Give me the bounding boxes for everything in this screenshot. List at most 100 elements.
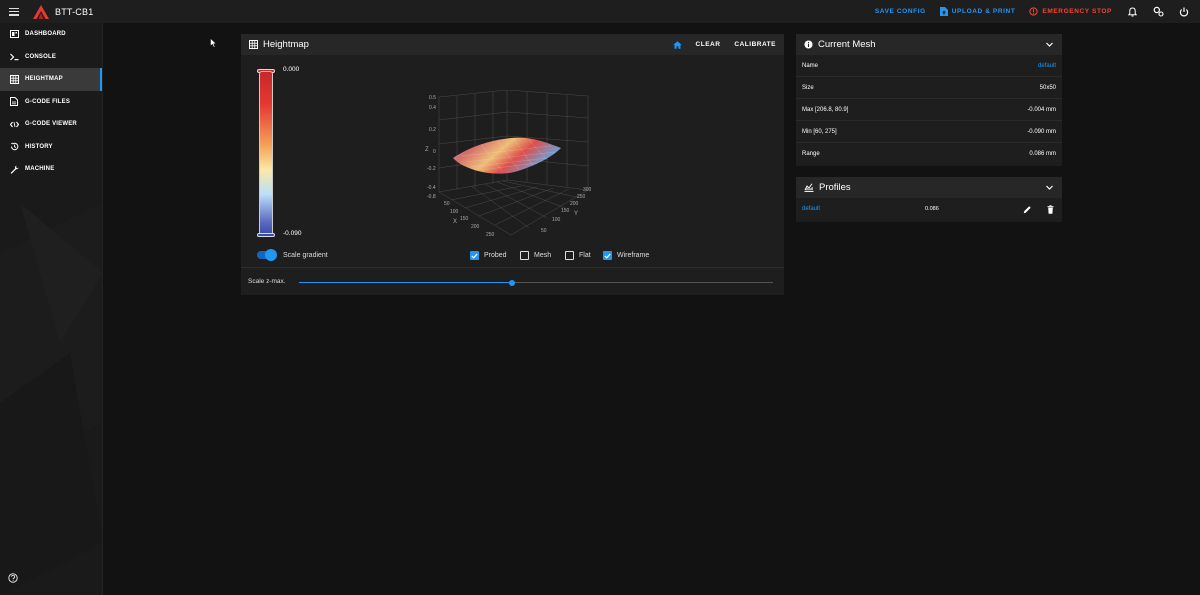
mesh-row-min: Min [60, 275] -0.090 mm: [796, 121, 1062, 143]
gradient-bottom-cap: [257, 233, 275, 237]
checkbox-unchecked-icon[interactable]: [565, 251, 574, 260]
power-button[interactable]: [1178, 6, 1190, 18]
probed-label: Probed: [484, 252, 507, 259]
sidebar-item-heightmap[interactable]: HEIGHTMAP: [0, 68, 102, 91]
clear-button[interactable]: CLEAR: [696, 41, 721, 48]
mesh-row-name: Name default: [796, 55, 1062, 77]
upload-print-button[interactable]: UPLOAD & PRINT: [939, 7, 1016, 16]
x-tick: 200: [471, 224, 480, 230]
emergency-stop-label: EMERGENCY STOP: [1042, 8, 1112, 15]
z-tick: -0.2: [427, 166, 436, 172]
power-icon: [1179, 7, 1189, 16]
x-tick: 50: [444, 201, 450, 207]
mesh-row-label: Min [60, 275]: [802, 128, 837, 135]
current-mesh-title: Current Mesh: [818, 39, 876, 50]
mesh-surface: [453, 137, 561, 174]
profiles-header[interactable]: Profiles: [796, 177, 1062, 198]
sidebar-item-label: HEIGHTMAP: [25, 76, 63, 83]
heightmap-3d-plot[interactable]: Z X Y 0.5 0.4 0.2 0 -0.2 -0.4 -0.8 50 10…: [411, 90, 601, 245]
wireframe-label: Wireframe: [617, 252, 650, 259]
sidebar-item-label: G-CODE FILES: [25, 98, 71, 105]
y-tick: 50: [541, 228, 547, 234]
profiles-title: Profiles: [819, 182, 851, 193]
sidebar-item-machine[interactable]: MACHINE: [0, 158, 102, 181]
mesh-row-label: Name: [802, 62, 819, 69]
wireframe-checkbox[interactable]: Wireframe: [603, 251, 649, 260]
sidebar-item-dashboard[interactable]: DASHBOARD: [0, 23, 102, 46]
mesh-row-value[interactable]: default: [1038, 63, 1056, 69]
checkbox-unchecked-icon[interactable]: [520, 251, 529, 260]
x-tick: 150: [460, 216, 469, 222]
mesh-label: Mesh: [534, 252, 552, 259]
mesh-row-value: -0.004 mm: [1027, 106, 1056, 113]
profiles-card: Profiles default 0.086: [796, 177, 1062, 222]
mesh-row-label: Max [206.8, 80.9]: [802, 106, 849, 113]
save-config-label: SAVE CONFIG: [874, 8, 926, 15]
sidebar-item-history[interactable]: HISTORY: [0, 136, 102, 159]
pencil-icon[interactable]: [1023, 205, 1032, 214]
slider-thumb[interactable]: [509, 279, 516, 286]
top-app-bar: BTT-CB1 SAVE CONFIG UPLOAD & PRINT EMERG…: [0, 0, 1200, 23]
flat-label: Flat: [579, 252, 591, 259]
menu-icon[interactable]: [9, 7, 19, 16]
file-icon: [9, 97, 19, 107]
z-tick: -0.8: [427, 194, 436, 200]
heightmap-card: Heightmap CLEAR CALIBRATE 0.000 -0.090 Z…: [241, 34, 784, 295]
chevron-down-icon[interactable]: [1045, 40, 1054, 49]
chevron-down-icon[interactable]: [1045, 183, 1054, 192]
scale-gradient-switch[interactable]: [257, 249, 277, 261]
file-upload-icon: [939, 7, 948, 16]
trash-icon[interactable]: [1046, 205, 1055, 214]
y-tick: 100: [552, 217, 561, 223]
scale-zmax-label: Scale z-max.: [248, 278, 286, 285]
current-mesh-card: Current Mesh Name default Size 50x50 Max…: [796, 34, 1062, 166]
emergency-stop-button[interactable]: EMERGENCY STOP: [1029, 7, 1112, 16]
notifications-button[interactable]: [1126, 6, 1138, 18]
z-tick: 0: [433, 149, 436, 155]
y-tick: 300: [583, 187, 592, 193]
console-icon: [9, 52, 19, 62]
mesh-checkbox[interactable]: Mesh: [520, 251, 551, 260]
x-axis-label: X: [453, 219, 457, 225]
sidebar-item-gcode-viewer[interactable]: G-CODE VIEWER: [0, 113, 102, 136]
profile-row: default 0.086: [796, 198, 1062, 220]
calibrate-button[interactable]: CALIBRATE: [734, 41, 776, 48]
y-tick: 200: [570, 201, 579, 207]
y-tick: 250: [577, 194, 586, 200]
checkbox-checked-icon[interactable]: [470, 251, 479, 260]
z-tick: 0.5: [429, 95, 436, 101]
scale-gradient-toggle[interactable]: Scale gradient: [257, 249, 328, 261]
upload-print-label: UPLOAD & PRINT: [951, 8, 1016, 15]
mesh-row-value: 0.086 mm: [1029, 151, 1056, 157]
checkbox-checked-icon[interactable]: [603, 251, 612, 260]
current-mesh-header[interactable]: Current Mesh: [796, 34, 1062, 55]
dashboard-icon: [9, 29, 19, 39]
app-title: BTT-CB1: [55, 6, 94, 17]
sidebar-item-gcode-files[interactable]: G-CODE FILES: [0, 91, 102, 114]
profile-name-link[interactable]: default: [802, 206, 820, 212]
z-tick: -0.4: [427, 185, 436, 191]
z-axis-label: Z: [425, 147, 429, 153]
sidebar-item-label: G-CODE VIEWER: [25, 121, 77, 128]
y-axis-label: Y: [574, 211, 578, 217]
color-gradient-bar: [259, 71, 273, 236]
scale-zmax-slider[interactable]: [299, 279, 773, 286]
sidebar-item-console[interactable]: CONSOLE: [0, 46, 102, 69]
heightmap-title: Heightmap: [263, 39, 309, 50]
y-tick: 150: [561, 208, 570, 214]
save-config-button[interactable]: SAVE CONFIG: [875, 8, 926, 15]
settings-button[interactable]: [1152, 6, 1164, 18]
flat-checkbox[interactable]: Flat: [565, 251, 591, 260]
help-icon[interactable]: [8, 573, 18, 583]
sidebar-item-label: DASHBOARD: [25, 31, 66, 38]
home-icon[interactable]: [672, 40, 682, 49]
bell-icon: [1127, 6, 1137, 16]
probed-checkbox[interactable]: Probed: [470, 251, 507, 260]
divider: [241, 267, 784, 268]
sidebar-item-label: HISTORY: [25, 143, 53, 150]
mesh-row-range: Range 0.086 mm: [796, 143, 1062, 165]
wrench-icon: [9, 164, 19, 174]
cogs-icon: [1153, 6, 1164, 17]
mesh-row-value: -0.090 mm: [1027, 128, 1056, 135]
mouse-cursor-icon: [210, 38, 217, 48]
